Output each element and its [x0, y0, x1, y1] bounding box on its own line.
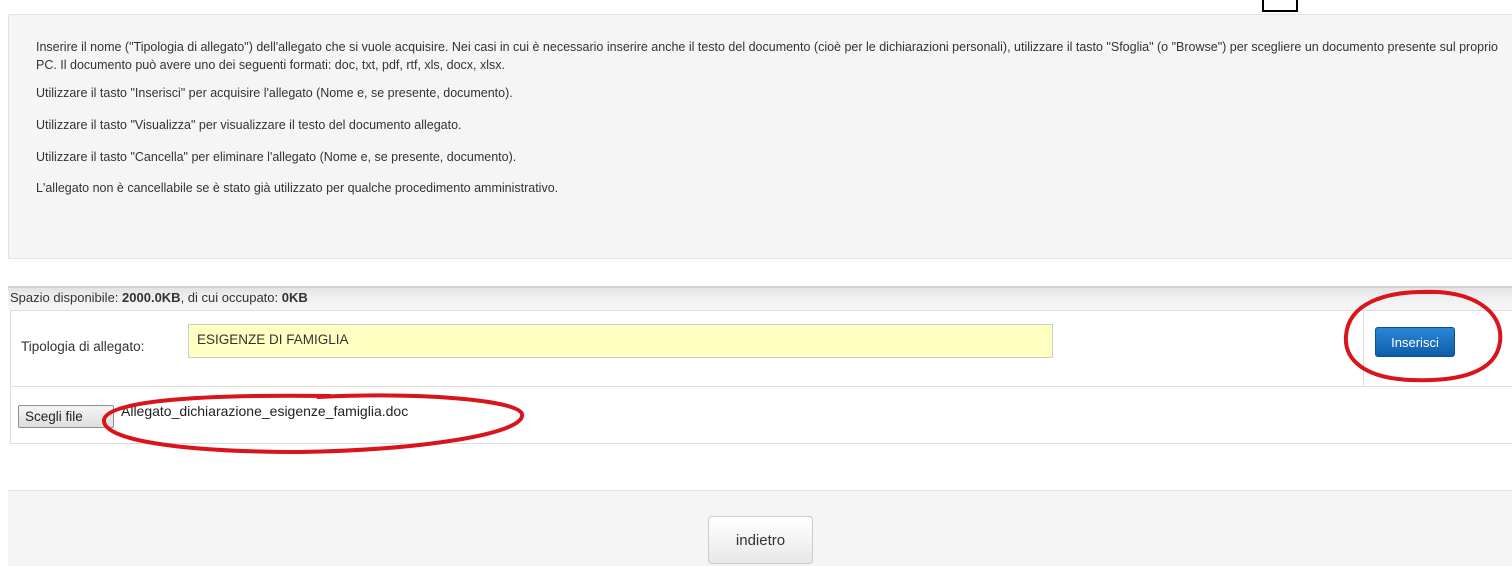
instructions-paragraph-1: Inserire il nome ("Tipologia di allegato…: [36, 40, 1498, 72]
attachment-form: Tipologia di allegato: ESIGENZE DI FAMIG…: [10, 310, 1512, 444]
top-edge-box: [1262, 0, 1298, 12]
instructions-paragraph-3: Utilizzare il tasto "Visualizza" per vis…: [36, 118, 462, 132]
cell-divider: [1363, 311, 1364, 387]
space-prefix: Spazio disponibile:: [10, 290, 123, 305]
space-available: 2000.0KB: [122, 290, 181, 305]
footer-panel: indietro: [8, 490, 1512, 566]
space-middle: , di cui occupato:: [180, 290, 282, 305]
inserisci-button[interactable]: Inserisci: [1375, 327, 1455, 357]
selected-file-name: Allegato_dichiarazione_esigenze_famiglia…: [121, 403, 409, 419]
instructions-paragraph-4: Utilizzare il tasto "Cancella" per elimi…: [36, 150, 517, 164]
instructions-paragraph-2: Utilizzare il tasto "Inserisci" per acqu…: [36, 86, 513, 100]
instructions-paragraph-5: L'allegato non è cancellabile se è stato…: [36, 181, 559, 195]
tipologia-input[interactable]: ESIGENZE DI FAMIGLIA: [188, 324, 1053, 358]
space-occupied: 0KB: [281, 290, 308, 305]
file-row: Scegli file Allegato_dichiarazione_esige…: [11, 387, 1512, 443]
instructions-panel: Inserire il nome ("Tipologia di allegato…: [8, 14, 1512, 259]
choose-file-button[interactable]: Scegli file: [18, 405, 114, 428]
back-button[interactable]: indietro: [708, 516, 813, 564]
tipologia-label: Tipologia di allegato:: [21, 339, 145, 354]
tipologia-row: Tipologia di allegato: ESIGENZE DI FAMIG…: [11, 311, 1512, 387]
space-info-bar: Spazio disponibile: 2000.0KB, di cui occ…: [8, 286, 1512, 310]
